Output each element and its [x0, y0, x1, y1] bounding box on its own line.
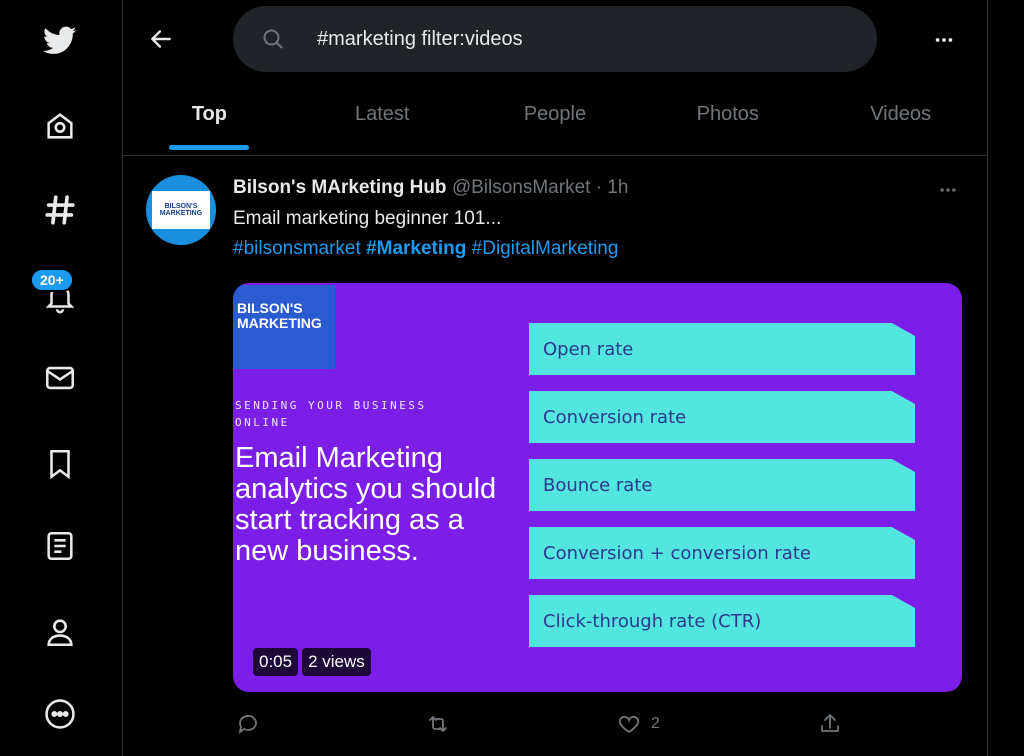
bookmarks-icon[interactable] [38, 442, 82, 486]
like-count: 2 [651, 715, 660, 732]
heart-icon [618, 715, 640, 734]
tab-label: People [523, 103, 587, 125]
tab-label: Photos [696, 103, 759, 125]
back-button[interactable] [140, 18, 182, 60]
video-badges: 0:05 2 views [253, 648, 371, 676]
author-name[interactable]: Bilson's MArketing Hub [233, 177, 447, 198]
like-button[interactable]: 2 [617, 712, 660, 736]
home-icon[interactable] [38, 104, 82, 148]
tweet-text: Email marketing beginner 101... [233, 208, 502, 229]
tab-label: Latest [354, 103, 410, 125]
tab-top[interactable]: Top [123, 88, 296, 154]
video-headline: Email Marketing analytics you should sta… [235, 442, 497, 567]
kicker-line: SENDING YOUR BUSINESS [235, 399, 427, 412]
hashtag-link[interactable]: #bilsonsmarket [233, 238, 361, 259]
tab-people[interactable]: People [469, 88, 642, 154]
retweet-icon [429, 716, 447, 732]
tweet-video[interactable]: BILSON'S MARKETING SENDING YOUR BUSINESS… [233, 283, 962, 692]
search-tabs: Top Latest People Photos Videos [123, 88, 987, 154]
lists-icon[interactable] [38, 524, 82, 568]
notifications-badge: 20+ [30, 268, 74, 292]
metric-card: Open rate [529, 323, 915, 375]
more-dots-icon [940, 188, 956, 192]
avatar[interactable]: BILSON'S MARKETING [146, 175, 216, 245]
video-duration: 0:05 [253, 648, 299, 676]
video-views: 2 views [302, 648, 371, 676]
reply-icon [238, 715, 257, 735]
search-bar[interactable] [233, 6, 877, 72]
explore-hashtag-icon[interactable] [38, 188, 82, 232]
profile-icon[interactable] [38, 610, 82, 654]
metric-card: Conversion rate [529, 391, 915, 443]
video-logo: BILSON'S MARKETING [233, 285, 335, 369]
tab-label: Videos [870, 103, 931, 125]
more-dots-icon [935, 38, 953, 42]
messages-mail-icon[interactable] [38, 356, 82, 400]
retweet-button[interactable] [426, 712, 450, 736]
more-options-circle-icon[interactable] [38, 692, 82, 736]
logo-line: BILSON'S [237, 300, 303, 316]
logo-line: MARKETING [237, 314, 322, 331]
header-divider [123, 155, 987, 156]
video-kicker: SENDING YOUR BUSINESS ONLINE [235, 397, 427, 431]
metric-card: Click-through rate (CTR) [529, 595, 915, 647]
tab-latest[interactable]: Latest [296, 88, 469, 154]
search-icon [261, 25, 289, 53]
tweet-hashtags: #bilsonsmarket #Marketing #DigitalMarket… [233, 238, 618, 260]
search-input[interactable] [315, 26, 839, 52]
active-tab-indicator [169, 145, 250, 150]
kicker-line: ONLINE [235, 416, 290, 429]
share-icon [821, 714, 839, 732]
twitter-logo-icon[interactable] [38, 18, 82, 62]
tweet-header: Bilson's MArketing Hub @BilsonsMarket · … [233, 177, 628, 199]
reply-button[interactable] [236, 712, 260, 736]
tab-videos[interactable]: Videos [814, 88, 987, 154]
right-divider [987, 0, 988, 756]
back-arrow-icon [151, 30, 171, 48]
tab-label: Top [191, 103, 227, 125]
metric-card: Bounce rate [529, 459, 915, 511]
tab-photos[interactable]: Photos [641, 88, 814, 154]
more-options-button[interactable] [924, 20, 964, 60]
metric-card: Conversion + conversion rate [529, 527, 915, 579]
hashtag-link[interactable]: #DigitalMarketing [472, 238, 619, 259]
share-button[interactable] [818, 712, 842, 736]
avatar-logo: BILSON'S MARKETING [152, 191, 210, 229]
tweet-more-button[interactable] [930, 178, 966, 202]
hashtag-link[interactable]: #Marketing [366, 238, 466, 259]
author-handle[interactable]: @BilsonsMarket [452, 177, 591, 198]
sidebar: 20+ [0, 0, 122, 756]
tweet-time[interactable]: · 1h [596, 177, 629, 198]
